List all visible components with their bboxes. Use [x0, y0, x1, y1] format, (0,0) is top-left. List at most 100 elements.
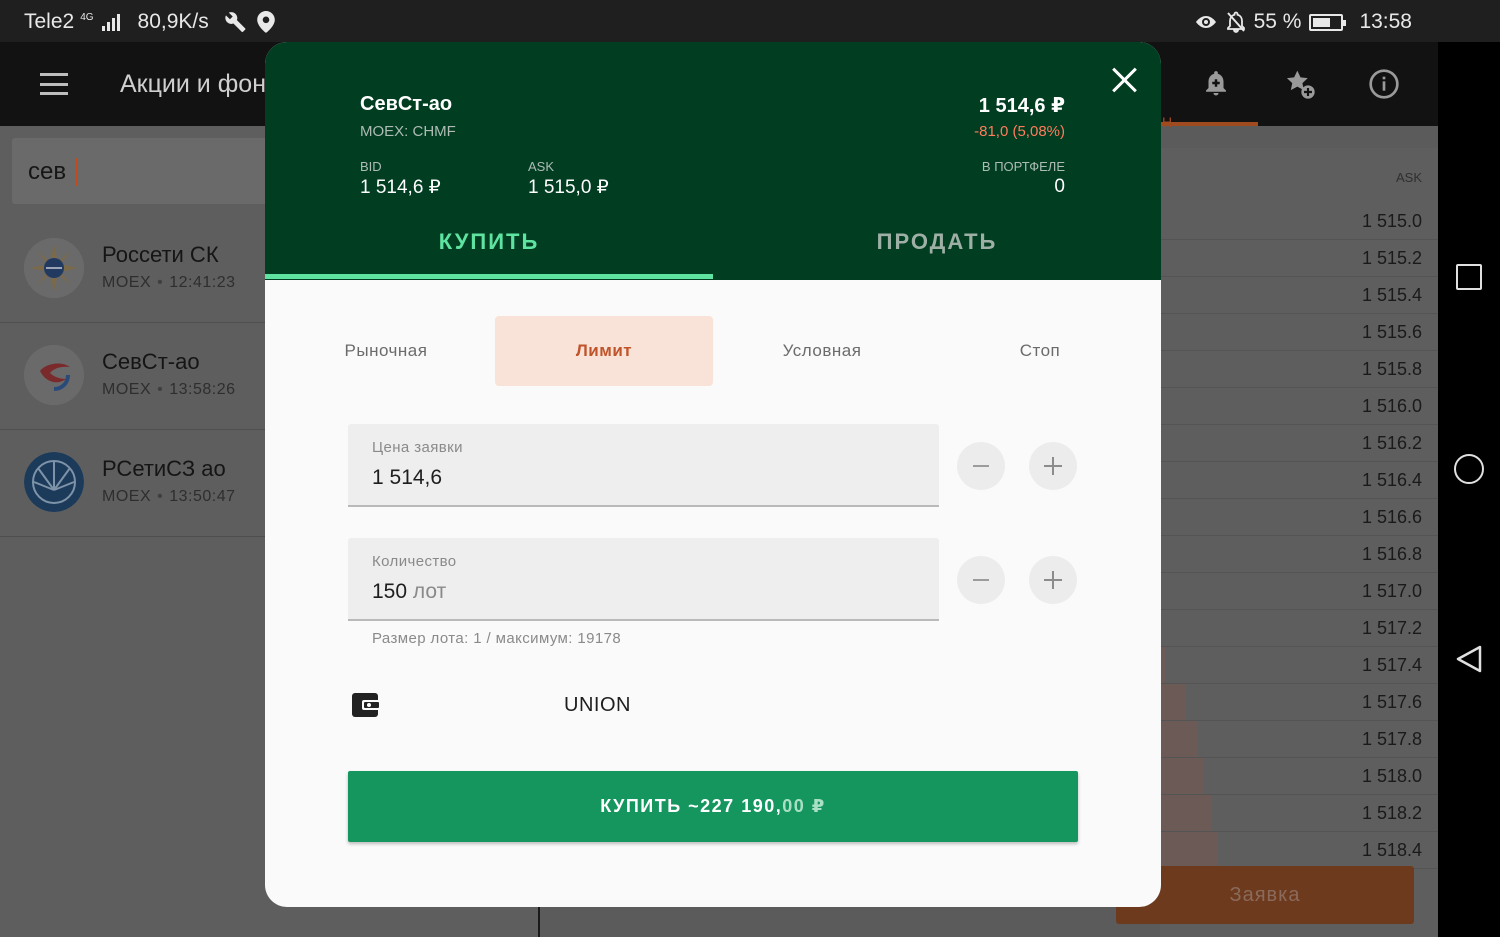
- ask-price: 1 518.2: [1361, 803, 1422, 823]
- ask-row: 1 517.2: [1160, 610, 1438, 647]
- info-icon[interactable]: [1367, 68, 1401, 102]
- close-icon[interactable]: [1111, 66, 1139, 94]
- portfolio-value: 0: [1054, 176, 1065, 197]
- quantity-field[interactable]: Количество 150 лот: [348, 538, 939, 621]
- rseti-sz-logo-icon: [24, 452, 84, 512]
- ask-volume-bar: [1160, 832, 1218, 868]
- recents-button[interactable]: [1456, 264, 1482, 290]
- wallet-icon: [352, 693, 380, 717]
- security-name: СевСт-ао: [360, 93, 453, 115]
- ask-column-header: ASK: [1395, 170, 1422, 185]
- tab-buy[interactable]: КУПИТЬ: [265, 216, 713, 280]
- price-decrease-button[interactable]: [957, 442, 1005, 490]
- ask-row: 1 515.4: [1160, 277, 1438, 314]
- quantity-value[interactable]: 150 лот: [372, 580, 672, 604]
- security-meta: MOEX • 12:41:23: [102, 274, 236, 291]
- rosseti-logo-icon: [24, 238, 84, 298]
- ask-row: 1 518.2: [1160, 795, 1438, 832]
- signal-icon: [101, 13, 120, 31]
- battery-icon: [1309, 13, 1347, 31]
- add-favorite-icon[interactable]: [1283, 68, 1317, 102]
- price-field[interactable]: Цена заявки: [348, 424, 939, 507]
- system-nav-bar: [1438, 42, 1500, 937]
- bell-off-icon: [1226, 11, 1245, 33]
- bid-value: 1 514,6 ₽: [360, 177, 441, 198]
- ask-row: 1 518.4: [1160, 832, 1438, 869]
- ask-row: 1 515.6: [1160, 314, 1438, 351]
- location-icon: [256, 11, 275, 33]
- text-caret: [76, 158, 78, 186]
- ask-row: 1 516.4: [1160, 462, 1438, 499]
- price-change: -81,0 (5,08%): [974, 123, 1065, 140]
- security-meta: MOEX • 13:50:47: [102, 488, 236, 505]
- ask-volume-bar: [1160, 684, 1186, 720]
- app-title: Акции и фон: [120, 70, 266, 98]
- dialog-header: СевСт-ао MOEX: CHMF 1 514,6 ₽ -81,0 (5,0…: [265, 42, 1161, 280]
- search-input[interactable]: [28, 158, 228, 186]
- ask-row: 1 516.6: [1160, 499, 1438, 536]
- ask-volume-bar: [1160, 721, 1198, 757]
- home-button[interactable]: [1454, 454, 1484, 484]
- quantity-field-label: Количество: [372, 553, 457, 570]
- order-type-limit[interactable]: Лимит: [495, 316, 713, 386]
- quantity-increase-button[interactable]: [1029, 556, 1077, 604]
- ask-volume-bar: [1160, 795, 1212, 831]
- ask-price: 1 516.8: [1361, 544, 1422, 564]
- ask-row: 1 516.0: [1160, 388, 1438, 425]
- buy-button[interactable]: КУПИТЬ ~227 190,00 ₽: [348, 771, 1078, 842]
- ask-volume-bar: [1160, 758, 1204, 794]
- ask-row: 1 517.6: [1160, 684, 1438, 721]
- eye-icon: [1195, 16, 1216, 28]
- order-type-conditional[interactable]: Условная: [713, 316, 931, 386]
- order-dialog: СевСт-ао MOEX: CHMF 1 514,6 ₽ -81,0 (5,0…: [265, 42, 1161, 907]
- buy-sell-tabs: КУПИТЬ ПРОДАТЬ: [265, 216, 1161, 280]
- ask-price: 1 517.6: [1361, 692, 1422, 712]
- price-field-label: Цена заявки: [372, 439, 463, 456]
- ask-price: 1 517.2: [1361, 618, 1422, 638]
- security-name: РСетиСЗ ао: [102, 456, 226, 481]
- severstal-logo-icon: [24, 345, 84, 405]
- clock: 13:58: [1359, 10, 1412, 33]
- tab-indicator: [1160, 122, 1258, 126]
- ask-price: 1 516.6: [1361, 507, 1422, 527]
- back-button[interactable]: [1454, 644, 1484, 674]
- security-name: Россети СК: [102, 242, 219, 267]
- ask-price: 1 515.4: [1361, 285, 1422, 305]
- ask-price: 1 516.2: [1361, 433, 1422, 453]
- ask-row: 1 518.0: [1160, 758, 1438, 795]
- ask-price: 1 517.0: [1361, 581, 1422, 601]
- ask-row: 1 515.0: [1160, 203, 1438, 240]
- security-price: 1 514,6 ₽: [978, 95, 1065, 117]
- ask-row: 1 515.8: [1160, 351, 1438, 388]
- portfolio-label: В ПОРТФЕЛЕ: [981, 159, 1065, 174]
- bid-label: BID: [360, 159, 382, 174]
- active-tab-indicator: [265, 274, 713, 279]
- tab-sell[interactable]: ПРОДАТЬ: [713, 216, 1161, 280]
- search-box[interactable]: [12, 138, 272, 204]
- ask-price: 1 516.0: [1361, 396, 1422, 416]
- lot-size-hint: Размер лота: 1 / максимум: 19178: [372, 630, 622, 647]
- ask-label: ASK: [528, 159, 555, 174]
- order-type-stop[interactable]: Стоп: [931, 316, 1149, 386]
- wrench-icon: [225, 12, 246, 33]
- price-input[interactable]: [372, 466, 672, 490]
- ask-row: 1 517.0: [1160, 573, 1438, 610]
- network-type: 4G: [80, 11, 94, 23]
- carrier-name: Tele2: [24, 10, 75, 33]
- ask-price: 1 517.8: [1361, 729, 1422, 749]
- order-type-market[interactable]: Рыночная: [277, 316, 495, 386]
- menu-icon[interactable]: [40, 73, 68, 95]
- ask-value: 1 515,0 ₽: [528, 177, 609, 198]
- ask-price: 1 518.4: [1361, 840, 1422, 860]
- price-increase-button[interactable]: [1029, 442, 1077, 490]
- quantity-decrease-button[interactable]: [957, 556, 1005, 604]
- security-ticker: MOEX: CHMF: [360, 123, 456, 140]
- ask-row: 1 516.2: [1160, 425, 1438, 462]
- account-name[interactable]: UNION: [564, 694, 631, 717]
- ask-row: 1 517.4: [1160, 647, 1438, 684]
- network-speed: 80,9K/s: [137, 10, 209, 33]
- add-alert-icon[interactable]: [1199, 68, 1233, 102]
- ask-price: 1 515.8: [1361, 359, 1422, 379]
- ask-row: 1 516.8: [1160, 536, 1438, 573]
- ask-row: 1 517.8: [1160, 721, 1438, 758]
